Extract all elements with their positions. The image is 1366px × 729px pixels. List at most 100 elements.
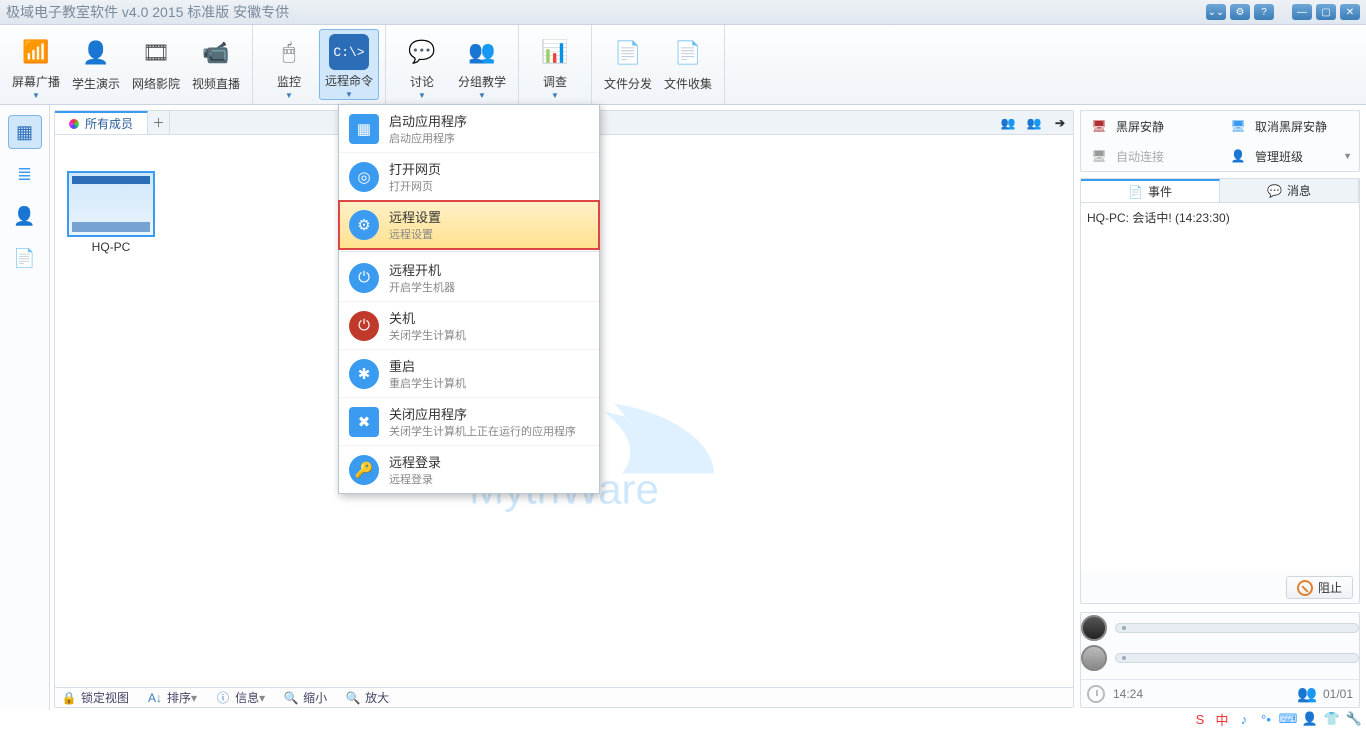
rp-取消黑屏安静[interactable]: 🖥取消黑屏安静	[1220, 111, 1359, 141]
leftnav-item-1[interactable]: ≣	[8, 157, 42, 191]
toolbar-监控[interactable]: 🖱监控▼	[259, 29, 319, 100]
status-icon: ⓘ	[215, 690, 231, 706]
rp-audio: 14:24 👥 01/01	[1080, 612, 1360, 708]
toolbar-视频直播[interactable]: 📹视频直播	[186, 29, 246, 100]
chevron-down-icon: ▼	[1343, 151, 1352, 161]
add-tab-button[interactable]: ＋	[148, 111, 170, 134]
block-icon	[1297, 580, 1313, 596]
menu-title: 远程设置	[389, 207, 441, 226]
toolbar-学生演示[interactable]: 👤学生演示	[66, 29, 126, 100]
chevron-down-icon: ▼	[418, 91, 426, 100]
count-label: 01/01	[1323, 687, 1353, 701]
tray-icon-2[interactable]: ♪	[1236, 711, 1252, 727]
forward-icon[interactable]: ➔	[1047, 111, 1073, 134]
leftnav-item-0[interactable]: ▦	[8, 115, 42, 149]
menu-title: 启动应用程序	[389, 111, 467, 130]
status-缩小[interactable]: 🔍缩小	[283, 689, 327, 706]
menu-关机[interactable]: ⏻关机关闭学生计算机	[339, 302, 599, 350]
tb-min-icon[interactable]: —	[1292, 4, 1312, 20]
speaker-slider[interactable]	[1081, 613, 1359, 643]
clock-icon	[1087, 685, 1105, 703]
tray-icon-1[interactable]: 中	[1214, 711, 1230, 727]
menu-远程设置[interactable]: ⚙远程设置远程设置	[339, 201, 599, 249]
rp-icon: 👤	[1227, 147, 1249, 165]
toolbar-屏幕广播[interactable]: 📶屏幕广播▼	[6, 29, 66, 100]
toolbar-网络影院[interactable]: 🎞网络影院	[126, 29, 186, 100]
toolbar-label: 网络影院	[132, 75, 180, 92]
tb-expand-icon[interactable]: ⌄⌄	[1206, 4, 1226, 20]
tb-close-icon[interactable]: ✕	[1340, 4, 1360, 20]
tray-icon-0[interactable]: S	[1192, 711, 1208, 727]
tray-icon-7[interactable]: 🔧	[1346, 711, 1362, 727]
tab-label: 事件	[1148, 183, 1172, 200]
chevron-down-icon: ▼	[345, 90, 353, 99]
menu-重启[interactable]: ✱重启重启学生计算机	[339, 350, 599, 398]
right-panel: 🖥黑屏安静🖥取消黑屏安静 🖥自动连接👤管理班级▼ 📄事件💬消息 HQ-PC: 会…	[1080, 110, 1360, 708]
menu-远程登录[interactable]: 🔑 远程登录远程登录	[339, 446, 599, 493]
toolbar-label: 文件收集	[664, 75, 712, 92]
toolbar-文件收集[interactable]: 📄 文件收集	[658, 29, 718, 100]
titlebar: 极域电子教室软件 v4.0 2015 标准版 安徽专供 ⌄⌄ ⚙ ? — ▢ ✕	[0, 0, 1366, 25]
toolbar-讨论[interactable]: 💬讨论▼	[392, 29, 452, 100]
toolbar-label: 文件分发	[604, 75, 652, 92]
status-label: 排序	[167, 689, 191, 706]
status-锁定视图[interactable]: 🔒锁定视图	[61, 689, 129, 706]
user-add-icon[interactable]: 👥	[995, 111, 1021, 134]
rp-icon: 🖥	[1088, 117, 1110, 135]
menu-远程开机[interactable]: ⏻远程开机开启学生机器	[339, 254, 599, 302]
menu-title: 远程登录	[389, 452, 441, 471]
rp-log-box: 📄 事件 💬消息 HQ-PC: 会话中! (14:23:30) 阻止	[1080, 178, 1360, 604]
status-icon: A↓	[147, 690, 163, 706]
toolbar-icon: 💬	[402, 33, 442, 71]
menu-icon: 🔑	[349, 455, 379, 485]
mic-slider[interactable]	[1081, 643, 1359, 673]
chevron-down-icon: ▾	[191, 691, 197, 705]
status-icon: 🔍	[345, 690, 361, 706]
toolbar-icon: 📄	[668, 33, 708, 73]
stop-button[interactable]: 阻止	[1286, 576, 1353, 599]
status-icon: 🔒	[61, 690, 77, 706]
tb-max-icon[interactable]: ▢	[1316, 4, 1336, 20]
toolbar-远程命令[interactable]: C:\>远程命令▼	[319, 29, 379, 100]
status-信息[interactable]: ⓘ信息 ▾	[215, 689, 265, 706]
log-area: HQ-PC: 会话中! (14:23:30)	[1081, 203, 1359, 572]
rp-黑屏安静[interactable]: 🖥黑屏安静	[1081, 111, 1220, 141]
rp-tab-消息[interactable]: 💬消息	[1220, 179, 1359, 202]
toolbar-icon: 📄	[608, 33, 648, 73]
toolbar-icon: C:\>	[329, 34, 369, 70]
menu-title: 远程开机	[389, 260, 455, 279]
menu-title: 关机	[389, 308, 466, 327]
menu-sub: 关闭学生计算机	[389, 327, 466, 343]
menu-打开网页[interactable]: ◎打开网页打开网页	[339, 153, 599, 201]
menu-关闭应用程序[interactable]: ✖关闭应用程序关闭学生计算机上正在运行的应用程序	[339, 398, 599, 446]
leftnav-item-2[interactable]: 👤	[8, 199, 42, 233]
tb-help-icon[interactable]: ?	[1254, 4, 1274, 20]
rp-tabs: 📄 事件 💬消息	[1081, 179, 1359, 203]
speaker-icon	[1081, 615, 1107, 641]
rp-管理班级[interactable]: 👤管理班级▼	[1220, 141, 1359, 171]
status-排序[interactable]: A↓排序 ▾	[147, 689, 197, 706]
toolbar-label: 分组教学	[458, 73, 506, 90]
tray-icon-6[interactable]: 👕	[1324, 711, 1340, 727]
toolbar-label: 学生演示	[72, 75, 120, 92]
rp-icon: 🖥	[1227, 117, 1249, 135]
tray-icon-3[interactable]: °•	[1258, 711, 1274, 727]
menu-icon: ⏻	[349, 263, 379, 293]
menu-sub: 远程登录	[389, 471, 441, 487]
tab-icon: 📄	[1128, 185, 1143, 199]
tray-icon-4[interactable]: ⌨	[1280, 711, 1296, 727]
tray-icon-5[interactable]: 👤	[1302, 711, 1318, 727]
menu-启动应用程序[interactable]: ▦启动应用程序启动应用程序	[339, 105, 599, 153]
toolbar-分组教学[interactable]: 👥分组教学▼	[452, 29, 512, 100]
chevron-down-icon: ▼	[32, 91, 40, 100]
status-放大[interactable]: 🔍放大	[345, 689, 389, 706]
user-remove-icon[interactable]: 👥	[1021, 111, 1047, 134]
leftnav-item-3[interactable]: 📄	[8, 241, 42, 275]
student-tile[interactable]: HQ-PC	[63, 171, 159, 254]
tb-settings-icon[interactable]: ⚙	[1230, 4, 1250, 20]
rp-tab-事件[interactable]: 📄 事件	[1081, 179, 1220, 202]
toolbar-文件分发[interactable]: 📄 文件分发	[598, 29, 658, 100]
status-label: 放大	[365, 689, 389, 706]
toolbar-调查[interactable]: 📊调查▼	[525, 29, 585, 100]
tab-all-members[interactable]: 所有成员	[55, 111, 148, 134]
